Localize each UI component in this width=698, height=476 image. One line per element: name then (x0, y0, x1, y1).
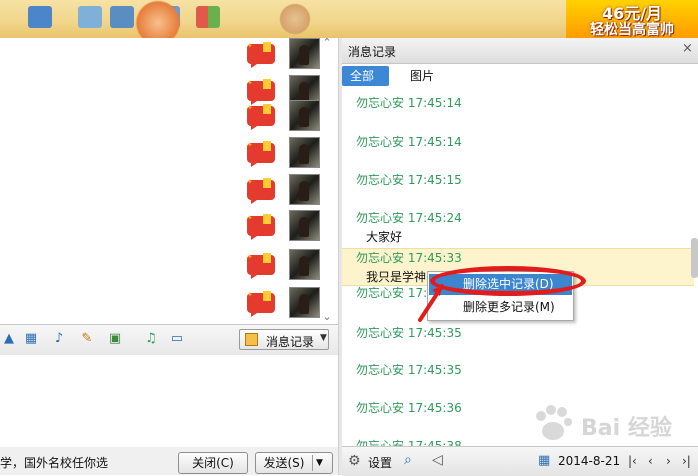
send-button-label: 发送(S) (263, 456, 305, 470)
avatar[interactable] (289, 38, 320, 69)
send-separator (312, 455, 313, 471)
chat-message-row: ✦ (245, 287, 325, 319)
chat-message-row: ✦ (245, 174, 325, 206)
record-header: 勿忘心安 17:45:33 (356, 251, 462, 265)
screen-share-icon[interactable]: ▭ (168, 331, 186, 347)
avatar[interactable] (289, 249, 320, 280)
avatar[interactable] (289, 174, 320, 205)
next-page-icon[interactable]: › (666, 454, 671, 468)
record-header: 勿忘心安 17:45:24 (356, 211, 462, 225)
tab-images[interactable]: 图片 (402, 66, 442, 86)
history-footer: ⚙ 设置 ⌕ ◁ ▦ 2014-8-21 |‹ ‹ › ›| (342, 446, 698, 476)
emoji-bubble-icon: ✦ (247, 178, 275, 204)
message-history-button[interactable]: 消息记录 ▼ (239, 329, 329, 350)
svg-text:✦: ✦ (247, 42, 253, 50)
svg-text:✦: ✦ (247, 214, 253, 222)
avatar[interactable] (289, 100, 320, 131)
history-record[interactable]: 勿忘心安 17:45:15 (342, 171, 694, 191)
chat-message-row: ✦ (245, 38, 325, 70)
emoji-bubble-icon: ✦ (247, 141, 275, 167)
close-icon[interactable]: × (682, 41, 696, 57)
avatar[interactable] (289, 137, 320, 168)
history-record[interactable]: 勿忘心安 17:45:14 (342, 133, 694, 153)
ad-slogan: 轻松当高富帅 (590, 22, 674, 38)
record-header: 勿忘心安 17:45:35 (356, 326, 462, 340)
emoji-bubble-icon: ✦ (247, 214, 275, 240)
record-header: 勿忘心安 17:45:35 (356, 363, 462, 377)
calendar-icon[interactable]: ▦ (538, 453, 550, 468)
menu-item-label: 删除更多记录(M) (463, 300, 555, 314)
history-record[interactable]: 勿忘心安 17:45:35 (342, 324, 694, 344)
chat-message-row: ✦ (245, 100, 325, 132)
record-header: 勿忘心安 17:45:14 (356, 135, 462, 149)
history-date[interactable]: 2014-8-21 (558, 454, 620, 468)
history-record[interactable]: 勿忘心安 17:45:24 大家好 (342, 209, 694, 247)
chevron-down-icon[interactable]: ▼ (316, 453, 323, 473)
svg-text:✦: ✦ (247, 141, 253, 149)
last-page-icon[interactable]: ›| (682, 454, 691, 468)
speaker-icon[interactable]: ◁ (432, 452, 443, 468)
mascot-image (128, 0, 188, 38)
pen-tool-icon[interactable]: ▲ (0, 331, 18, 347)
add-contact-icon[interactable] (78, 6, 102, 28)
send-button[interactable]: 发送(S) ▼ (255, 452, 333, 474)
gear-icon[interactable]: ⚙ (348, 453, 361, 469)
input-bottom-bar: 学，国外名校任你选 关闭(C) 发送(S) ▼ (0, 447, 338, 475)
baidu-watermark: Bai 经验 (531, 404, 681, 446)
history-record[interactable]: 勿忘心安 17:45:14 (342, 94, 694, 114)
chat-message-row: ✦ (245, 137, 325, 169)
microphone-icon[interactable]: ♪ (50, 331, 68, 347)
music-icon[interactable]: ♫ (142, 331, 160, 347)
history-icon (245, 333, 258, 346)
history-record[interactable]: 勿忘心安 17:45:35 (342, 361, 694, 381)
top-toolbar: 46元/月 轻松当高富帅 (0, 0, 698, 38)
input-text-line: 学，国外名校任你选 (0, 456, 109, 470)
settings-label[interactable]: 设置 (368, 454, 392, 471)
first-page-icon[interactable]: |‹ (628, 454, 637, 468)
chat-message-row: ✦ (245, 249, 325, 281)
record-header: 勿忘心安 17:45:14 (356, 96, 462, 110)
svg-text:✦: ✦ (247, 291, 253, 299)
history-button-label: 消息记录 (266, 335, 315, 349)
tab-all[interactable]: 全部 (342, 66, 389, 86)
history-title: 消息记录 (348, 45, 397, 59)
svg-text:✦: ✦ (247, 178, 253, 186)
chat-message-row: ✦ (245, 210, 325, 242)
emoji-bubble-icon: ✦ (247, 291, 275, 317)
message-list: ⌃ ⌄ ✦ ✦ ✦ ✦ ✦ ✦ ✦ ✦ (0, 37, 338, 324)
history-tabs: 全部 图片 (342, 64, 698, 88)
close-button[interactable]: 关闭(C) (178, 452, 248, 474)
watermark-text: Bai 经验 (581, 416, 672, 441)
scrollbar-thumb[interactable] (691, 238, 698, 278)
record-header: 勿忘心安 17:45:15 (356, 173, 462, 187)
emoji-bubble-icon: ✦ (247, 253, 275, 279)
avatar[interactable] (289, 210, 320, 241)
screenshot-icon[interactable]: ▦ (22, 331, 40, 347)
edit-icon[interactable]: ✎ (78, 331, 96, 347)
image-icon[interactable]: ▣ (106, 331, 124, 347)
chat-window: ⌃ ⌄ ✦ ✦ ✦ ✦ ✦ ✦ ✦ ✦ ▲ ▦ ♪ ✎ ▣ ♫ ▭ 消息记录 ▼ 学，国外名校… (0, 37, 338, 475)
emoji-bubble-icon: ✦ (247, 104, 275, 130)
paw-icon (536, 405, 572, 440)
svg-text:✦: ✦ (247, 79, 253, 87)
history-title-bar: 消息记录 × (342, 38, 698, 64)
emoji-bubble-icon: ✦ (247, 42, 275, 68)
prev-page-icon[interactable]: ‹ (648, 454, 653, 468)
chevron-down-icon: ▼ (320, 333, 327, 343)
svg-text:✦: ✦ (247, 104, 253, 112)
message-input[interactable] (0, 355, 338, 447)
annotation-arrow (418, 284, 444, 322)
svg-text:✦: ✦ (247, 253, 253, 261)
apps-grid-icon[interactable] (196, 6, 220, 28)
record-text: 大家好 (366, 230, 403, 244)
record-header: 勿忘心安 17:45:36 (356, 401, 462, 415)
record-header: 勿忘心安 17:45:38 (356, 439, 462, 446)
file-transfer-icon[interactable] (28, 6, 52, 28)
ad-banner[interactable]: 46元/月 轻松当高富帅 (566, 0, 698, 38)
bear-decoration (275, 2, 315, 36)
search-icon[interactable]: ⌕ (404, 452, 412, 468)
input-toolbar: ▲ ▦ ♪ ✎ ▣ ♫ ▭ 消息记录 ▼ (0, 324, 338, 356)
avatar[interactable] (289, 287, 320, 318)
